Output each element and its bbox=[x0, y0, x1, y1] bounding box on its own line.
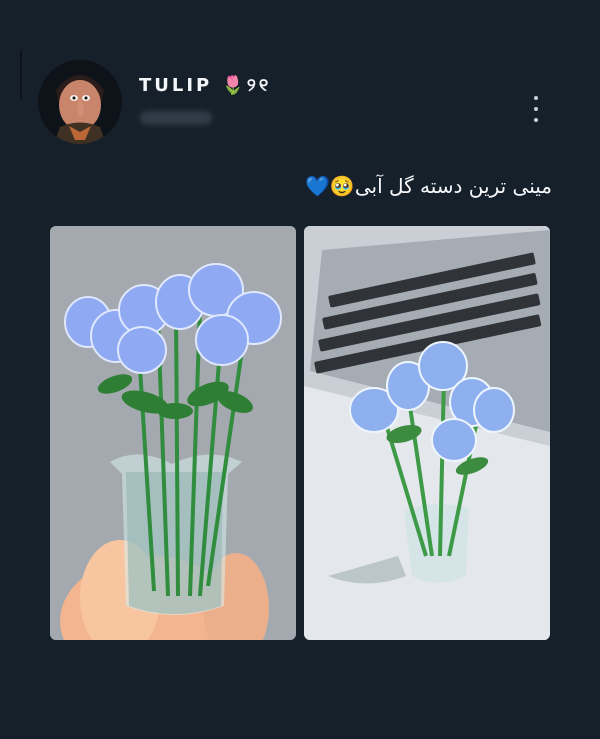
post-image-left[interactable] bbox=[50, 226, 296, 640]
dot bbox=[534, 107, 538, 111]
left-edge-shadow bbox=[20, 50, 22, 100]
avatar[interactable] bbox=[38, 60, 122, 144]
more-vertical-icon[interactable] bbox=[528, 96, 544, 122]
post-text: مینی ترین دسته گل آبی🥹💙 bbox=[305, 174, 552, 198]
dot bbox=[534, 96, 538, 100]
dot bbox=[534, 118, 538, 122]
author-name[interactable]: TULIP 🌷୨୧ bbox=[139, 75, 271, 96]
glass-tulip-bouquet-in-hand bbox=[50, 226, 296, 640]
author-handle-blurred bbox=[140, 111, 212, 125]
post-image-right[interactable] bbox=[304, 226, 550, 640]
avatar-image bbox=[38, 60, 122, 144]
glass-tulip-bouquet-near-laptop bbox=[304, 226, 550, 640]
